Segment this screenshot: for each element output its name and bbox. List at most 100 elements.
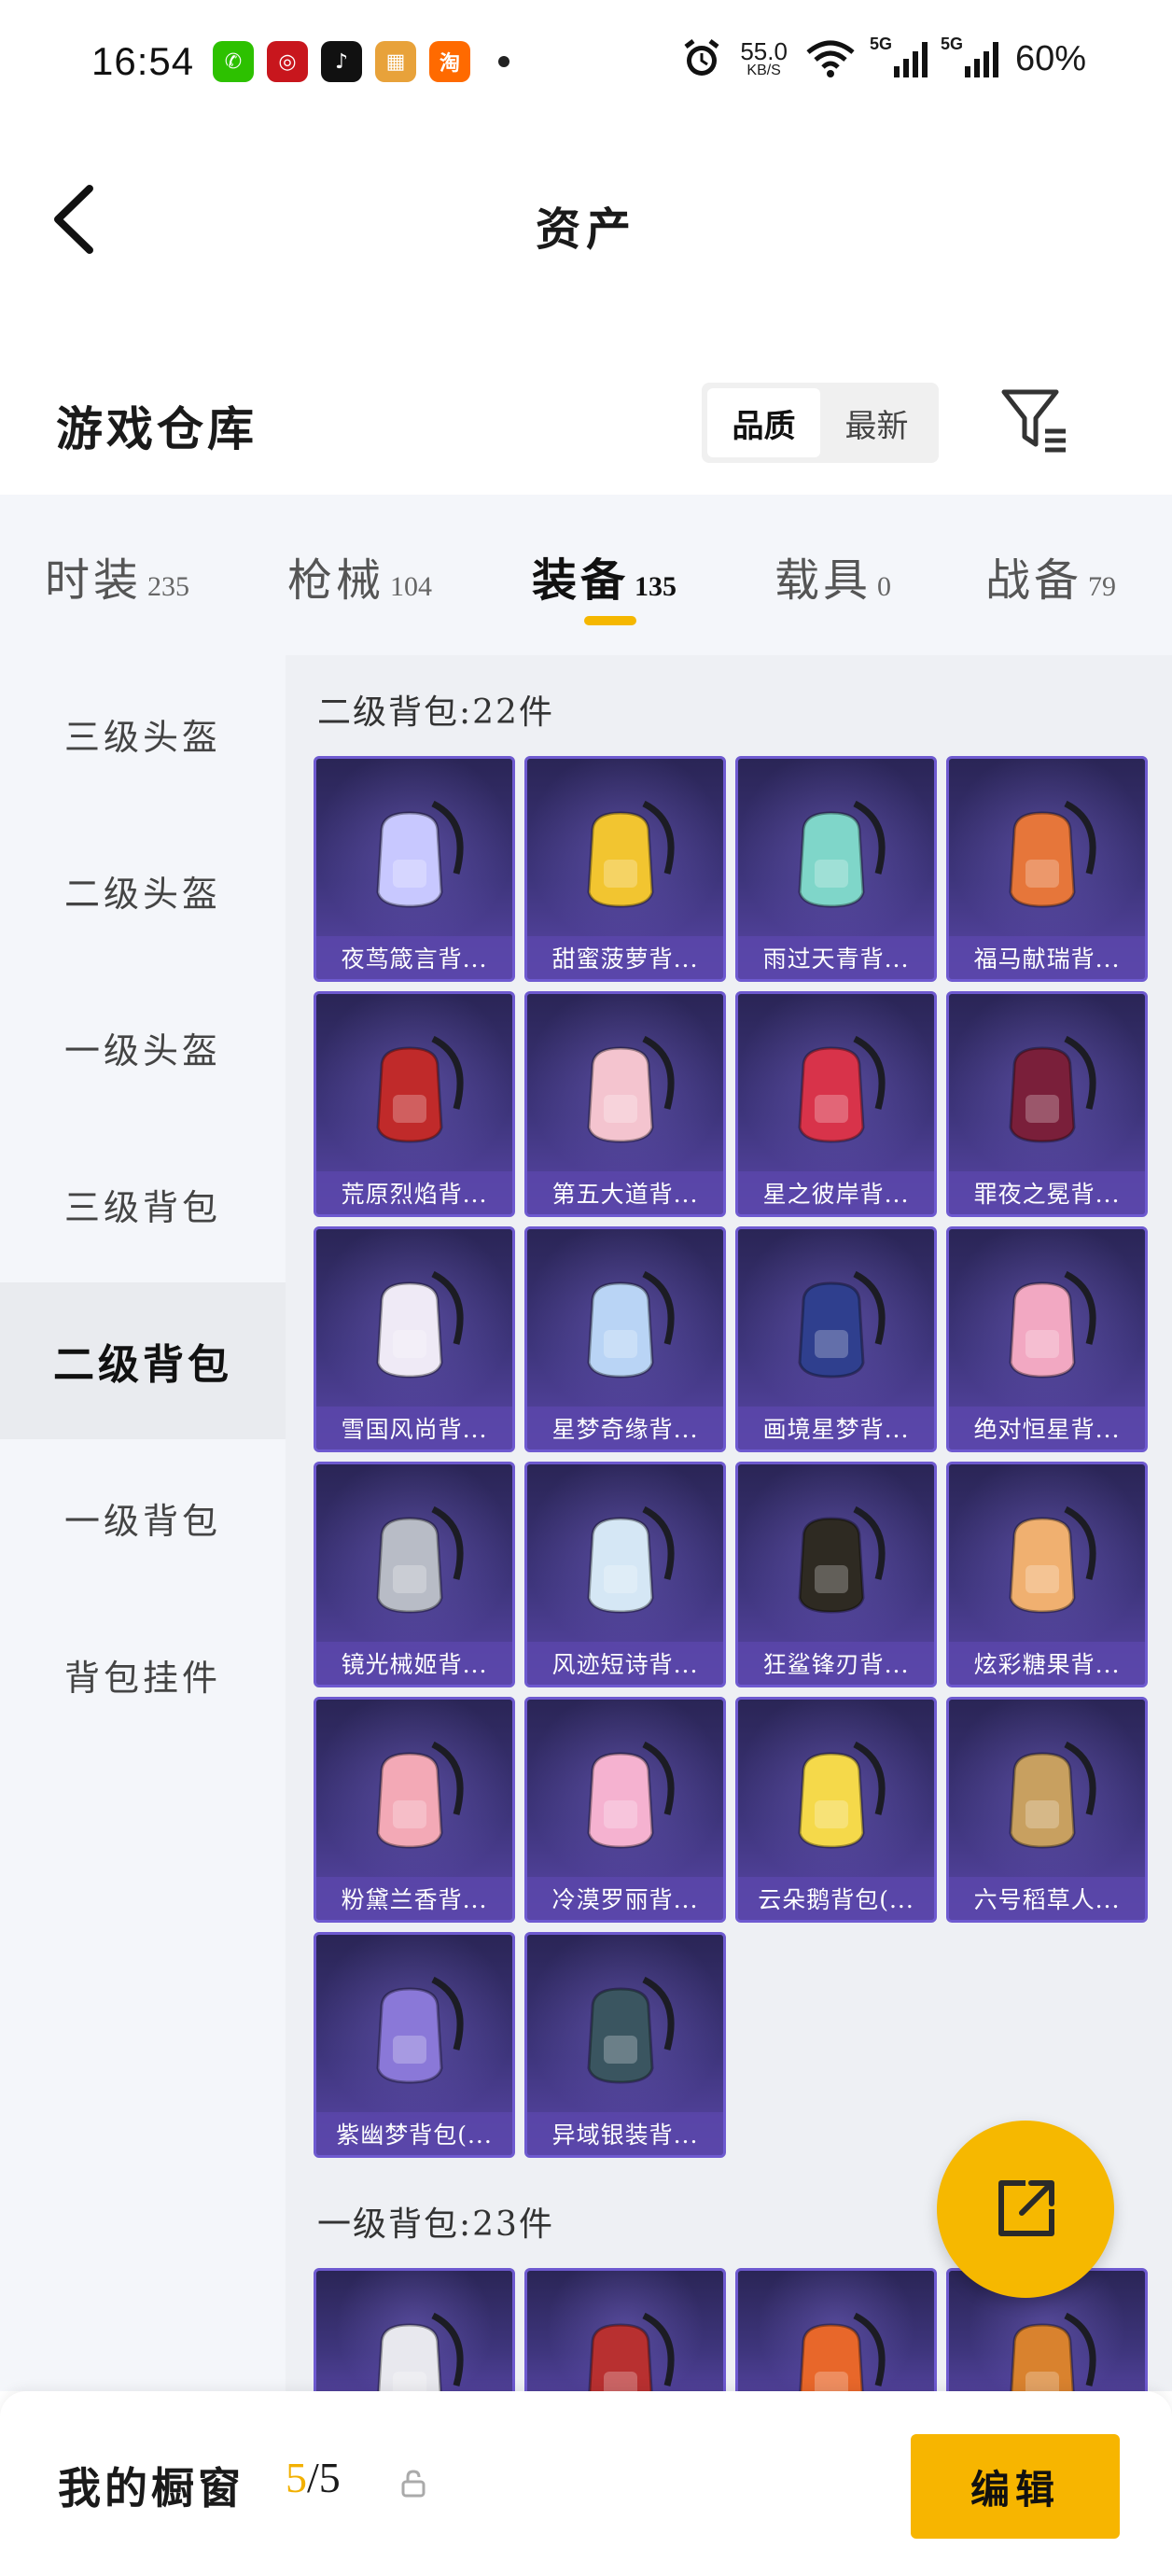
backpack-icon [1009, 800, 1096, 908]
item-card[interactable]: 狂鲨锋刃背... [735, 1462, 937, 1687]
section-heading-level2: 二级背包:22件 [317, 693, 554, 732]
warehouse-title: 游戏仓库 [56, 401, 258, 456]
item-card-name: 狂鲨锋刃背... [738, 1642, 934, 1685]
alarm-icon [684, 39, 719, 76]
backpack-icon [1009, 1741, 1096, 1849]
item-card[interactable]: 罪夜之冕背... [946, 991, 1148, 1217]
bank-icon: ◎ [267, 41, 308, 82]
backpack-icon [1009, 1505, 1096, 1614]
item-card-name: 雪国风尚背... [316, 1407, 512, 1449]
item-card-name: 罪夜之冕背... [949, 1171, 1145, 1214]
lock-icon [401, 2470, 426, 2498]
sidebar-item-level3-helmet[interactable]: 三级头盔 [0, 655, 286, 812]
backpack-icon [1009, 1035, 1096, 1143]
item-card-name: 异域银装背... [527, 2112, 723, 2155]
item-card-name: 六号稻草人... [949, 1877, 1145, 1920]
backpack-icon [587, 1270, 675, 1379]
item-card-name: 甜蜜菠萝背... [527, 936, 723, 979]
warehouse-row: 游戏仓库 品质 最新 [0, 355, 1172, 485]
item-card-name: 紫幽梦背包(... [316, 2112, 512, 2155]
item-card-name: 雨过天青背... [738, 936, 934, 979]
edit-button[interactable]: 编辑 [911, 2434, 1120, 2539]
item-card-name: 冷漠罗丽背... [527, 1877, 723, 1920]
item-card[interactable]: 冷漠罗丽背... [524, 1697, 726, 1923]
backpack-icon [798, 800, 886, 908]
item-card[interactable]: 六号稻草人... [946, 1697, 1148, 1923]
backpack-icon [376, 1270, 464, 1379]
backpack-icon [1010, 2312, 1096, 2391]
item-card[interactable]: 异域银装背... [524, 1932, 726, 2158]
item-card[interactable] [524, 2268, 726, 2391]
item-card[interactable]: 云朵鹅背包(... [735, 1697, 937, 1923]
status-time: 16:54 [91, 39, 195, 83]
item-card[interactable]: 风迹短诗背... [524, 1462, 726, 1687]
item-card[interactable]: 星之彼岸背... [735, 991, 937, 1217]
item-card[interactable] [735, 2268, 937, 2391]
item-card[interactable]: 星梦奇缘背... [524, 1226, 726, 1452]
item-card-name: 画境星梦背... [738, 1407, 934, 1449]
item-card-name: 镜光械姬背... [316, 1642, 512, 1685]
item-card[interactable]: 炫彩糖果背... [946, 1462, 1148, 1687]
sidebar-item-backpack-charms[interactable]: 背包挂件 [0, 1596, 286, 1753]
item-card[interactable]: 福马献瑞背... [946, 756, 1148, 982]
bottom-bar: 我的橱窗 5/5 编辑 [0, 2391, 1172, 2576]
status-bar: 16:54 ✆ ◎ ♪ ▦ 淘 55.0 KB/S 5G 5G 60% [0, 0, 1172, 131]
item-card[interactable]: 紫幽梦背包(... [314, 1932, 515, 2158]
tab-weapons[interactable]: 枪械 104 [287, 543, 432, 609]
item-card[interactable]: 粉黛兰香背... [314, 1697, 515, 1923]
game-icon: ▦ [375, 41, 416, 82]
item-card[interactable]: 画境星梦背... [735, 1226, 937, 1452]
item-card[interactable]: 第五大道背... [524, 991, 726, 1217]
item-card[interactable]: 荒原烈焰背... [314, 991, 515, 1217]
backpack-icon [376, 800, 464, 908]
item-card[interactable]: 雨过天青背... [735, 756, 937, 982]
tab-fashion[interactable]: 时装 235 [45, 543, 189, 609]
item-card-name: 夜茑箴言背... [316, 936, 512, 979]
sidebar-item-level2-backpack[interactable]: 二级背包 [0, 1282, 286, 1439]
tab-equipment[interactable]: 装备 135 [532, 543, 677, 609]
sort-quality-button[interactable]: 品质 [707, 388, 820, 457]
backpack-icon [799, 2312, 886, 2391]
item-card-name: 荒原烈焰背... [316, 1171, 512, 1214]
backpack-icon [798, 1035, 886, 1143]
backpack-icon [587, 1505, 675, 1614]
item-card[interactable]: 雪国风尚背... [314, 1226, 515, 1452]
section-heading-level1: 一级背包:23件 [317, 2205, 554, 2244]
item-card[interactable]: 夜茑箴言背... [314, 756, 515, 982]
sidebar-item-level3-backpack[interactable]: 三级背包 [0, 1126, 286, 1282]
item-card[interactable]: 镜光械姬背... [314, 1462, 515, 1687]
active-tab-indicator [584, 616, 636, 625]
share-fab-button[interactable] [937, 2121, 1114, 2298]
tiktok-icon: ♪ [321, 41, 362, 82]
sort-latest-button[interactable]: 最新 [820, 388, 933, 457]
backpack-icon [587, 1035, 675, 1143]
item-card-name: 炫彩糖果背... [949, 1642, 1145, 1685]
item-card[interactable]: 绝对恒星背... [946, 1226, 1148, 1452]
more-dot-icon [498, 56, 509, 67]
backpack-icon [587, 1741, 675, 1849]
status-right: 55.0 KB/S 5G 5G 60% [680, 35, 1086, 80]
backpack-icon [377, 2312, 464, 2391]
sidebar: 三级头盔 二级头盔 一级头盔 三级背包 二级背包 一级背包 背包挂件 [0, 655, 286, 2391]
item-card[interactable]: 甜蜜菠萝背... [524, 756, 726, 982]
backpack-icon [588, 2312, 675, 2391]
backpack-icon [1009, 1270, 1096, 1379]
item-card-name: 星之彼岸背... [738, 1171, 934, 1214]
signal-5g-2-icon: 5G [941, 35, 998, 77]
filter-button[interactable] [998, 383, 1073, 457]
item-card-name: 绝对恒星背... [949, 1407, 1145, 1449]
signal-5g-1-icon: 5G [870, 35, 928, 77]
backpack-icon [798, 1270, 886, 1379]
tab-supplies[interactable]: 战备 79 [985, 543, 1116, 609]
tab-vehicles[interactable]: 载具 0 [774, 543, 891, 609]
sidebar-item-level1-helmet[interactable]: 一级头盔 [0, 969, 286, 1126]
page-title: 资产 [535, 203, 636, 256]
sidebar-item-level1-backpack[interactable]: 一级背包 [0, 1439, 286, 1596]
wifi-icon [806, 40, 855, 77]
showcase-count: 5/5 [286, 2454, 341, 2501]
item-card[interactable] [314, 2268, 515, 2391]
backpack-icon [376, 1741, 464, 1849]
sidebar-item-level2-helmet[interactable]: 二级头盔 [0, 812, 286, 969]
backpack-icon [376, 1505, 464, 1614]
taobao-icon: 淘 [429, 41, 470, 82]
